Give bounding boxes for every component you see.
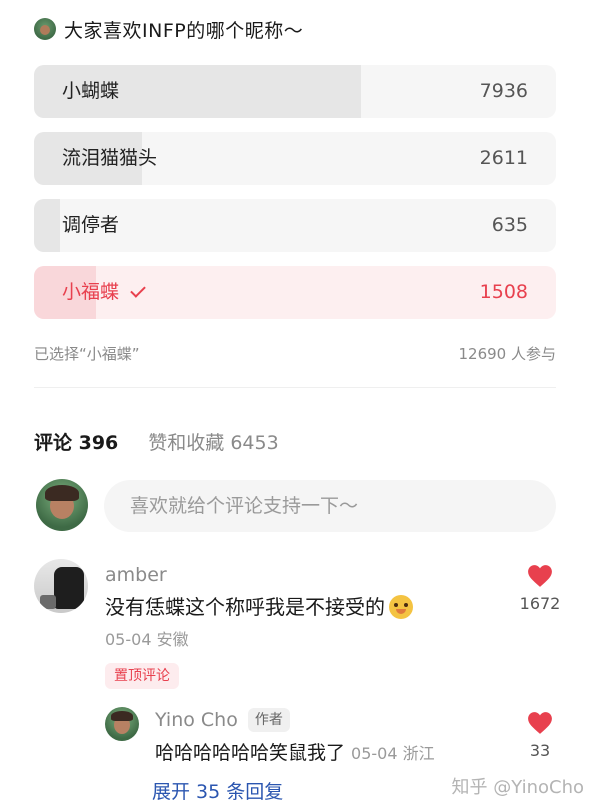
divider [34, 387, 556, 388]
watermark: 知乎 @YinoCho [451, 777, 585, 798]
reply-text-row: 哈哈哈哈哈哈笑鼠我了 05-04 浙江 [155, 738, 435, 768]
author-badge: 作者 [247, 708, 290, 732]
poll-option-count: 635 [491, 214, 528, 236]
poll-option-label-wrap: 小福蝶 [62, 266, 146, 319]
comment-input[interactable] [104, 480, 556, 532]
poll-option-label: 流泪猫猫头 [62, 147, 158, 169]
poll-question: 大家喜欢INFP的哪个昵称～ [64, 19, 304, 42]
poll-option-count: 1508 [479, 281, 528, 303]
expand-replies-link[interactable]: 展开 35 条回复 [152, 779, 283, 805]
reply-like[interactable]: 33 [510, 711, 570, 760]
tab-comments[interactable]: 评论 396 [34, 428, 118, 455]
poll-header: 大家喜欢INFP的哪个昵称～ [34, 14, 303, 44]
reply-author[interactable]: Yino Cho [155, 709, 238, 731]
reply-text: 哈哈哈哈哈哈笑鼠我了 [155, 742, 346, 764]
comment-like[interactable]: 1672 [510, 564, 570, 613]
poll-option-bar [34, 199, 61, 252]
comment-meta: 05-04 安徽 [105, 630, 189, 649]
comment-text-row: 没有恁蝶这个称呼我是不接受的 [105, 592, 413, 622]
poll-option-label: 调停者 [62, 214, 120, 236]
current-user-avatar [36, 479, 88, 531]
poll-participants: 12690 人参与 [458, 344, 557, 363]
poll-option-3[interactable]: 调停者 635 [34, 199, 556, 252]
comment-author[interactable]: amber [105, 562, 167, 588]
poll-option-label: 小蝴蝶 [62, 80, 120, 102]
reply-author-avatar[interactable] [105, 707, 139, 741]
emoji-icon [389, 595, 413, 619]
poll-option-2[interactable]: 流泪猫猫头 2611 [34, 132, 556, 185]
like-count: 33 [529, 741, 551, 760]
comments-header: 评论 396 赞和收藏 6453 [34, 426, 279, 456]
commenter-avatar[interactable] [34, 559, 88, 613]
heart-icon[interactable] [527, 564, 553, 588]
comment-text: 没有恁蝶这个称呼我是不接受的 [105, 595, 385, 619]
poll-footer: 已选择“小福蝶” 12690 人参与 [34, 341, 556, 365]
poll-selected-text: 已选择“小福蝶” [34, 344, 140, 363]
poll-author-avatar[interactable] [34, 18, 56, 40]
reply-author-row: Yino Cho 作者 [155, 707, 290, 733]
poll-option-count: 2611 [479, 147, 528, 169]
poll-option-1[interactable]: 小蝴蝶 7936 [34, 65, 556, 118]
poll-option-4-selected[interactable]: 小福蝶 1508 [34, 266, 556, 319]
poll-option-label: 小福蝶 [62, 281, 120, 303]
pinned-comment-badge: 置顶评论 [105, 663, 179, 689]
tab-likes-and-favorites[interactable]: 赞和收藏 6453 [148, 428, 278, 455]
checkmark-icon [130, 282, 146, 298]
poll-option-count: 7936 [479, 80, 528, 102]
like-count: 1672 [519, 594, 561, 613]
reply-meta: 05-04 浙江 [351, 744, 435, 763]
heart-icon[interactable] [527, 711, 553, 735]
